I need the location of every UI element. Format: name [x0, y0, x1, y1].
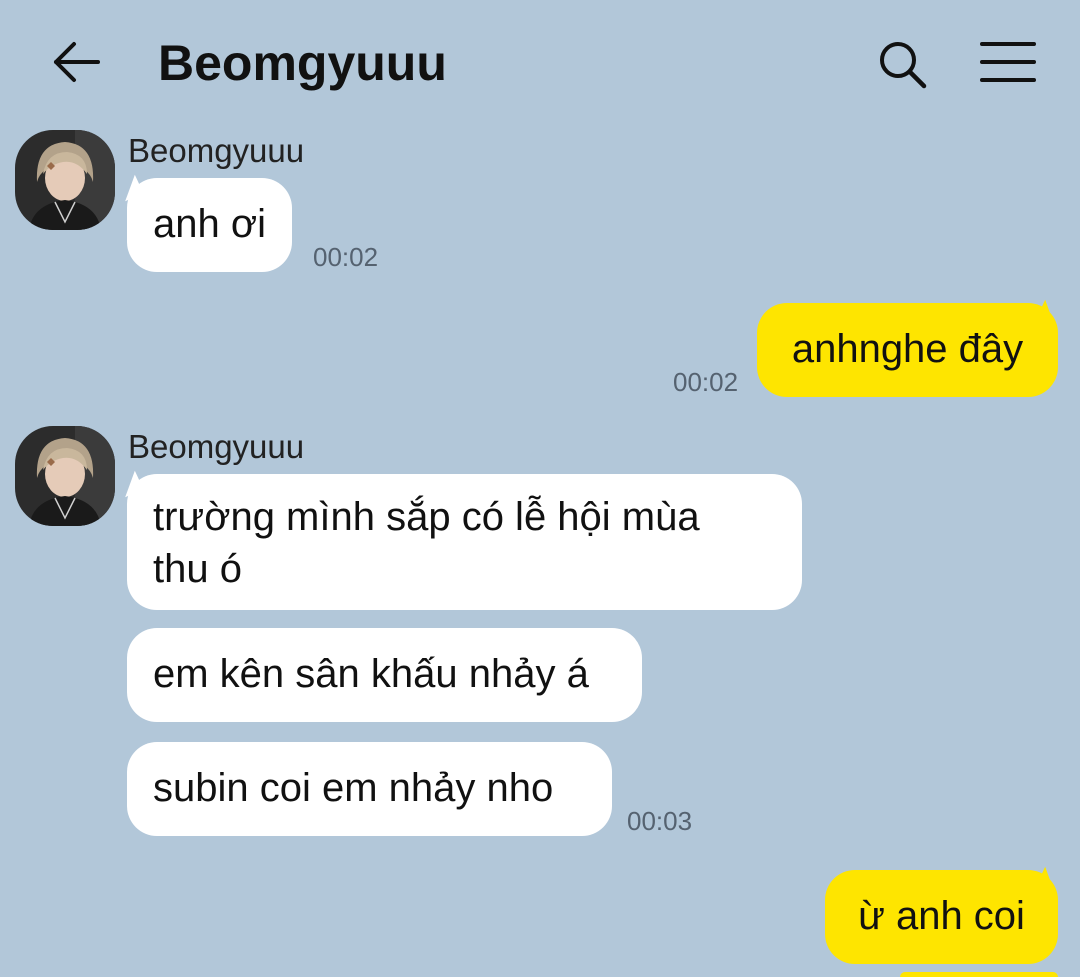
search-icon: [880, 42, 927, 89]
message-bubble-incoming[interactable]: anh ơi: [127, 178, 292, 272]
arrow-left-icon: [54, 42, 100, 82]
search-button[interactable]: [872, 34, 932, 94]
message-bubble-incoming[interactable]: subin coi em nhảy nho: [127, 742, 612, 836]
avatar[interactable]: [15, 130, 115, 230]
profile-photo: [15, 130, 115, 230]
message-bubble-outgoing[interactable]: anhnghe đây: [757, 303, 1058, 397]
message-bubble-outgoing[interactable]: ừ anh coi: [825, 870, 1058, 964]
chat-title: Beomgyuuu: [158, 35, 447, 91]
message-bubble-incoming[interactable]: trường mình sắp có lễ hội mùa thu ó: [127, 474, 802, 610]
message-timestamp: 00:02: [673, 367, 739, 397]
message-bubble-incoming[interactable]: em kên sân khấu nhảy á: [127, 628, 642, 722]
menu-button[interactable]: [976, 34, 1040, 94]
avatar[interactable]: [15, 426, 115, 526]
sender-name: Beomgyuuu: [128, 428, 305, 465]
hamburger-menu-icon: [980, 42, 1036, 82]
message-timestamp: 00:03: [627, 806, 693, 836]
message-timestamp: 00:02: [313, 242, 379, 272]
sender-name: Beomgyuuu: [128, 132, 305, 169]
message-bubble-partial: [900, 972, 1058, 977]
profile-photo: [15, 426, 115, 526]
back-button[interactable]: [48, 32, 108, 92]
chat-header: Beomgyuuu: [0, 0, 1080, 125]
